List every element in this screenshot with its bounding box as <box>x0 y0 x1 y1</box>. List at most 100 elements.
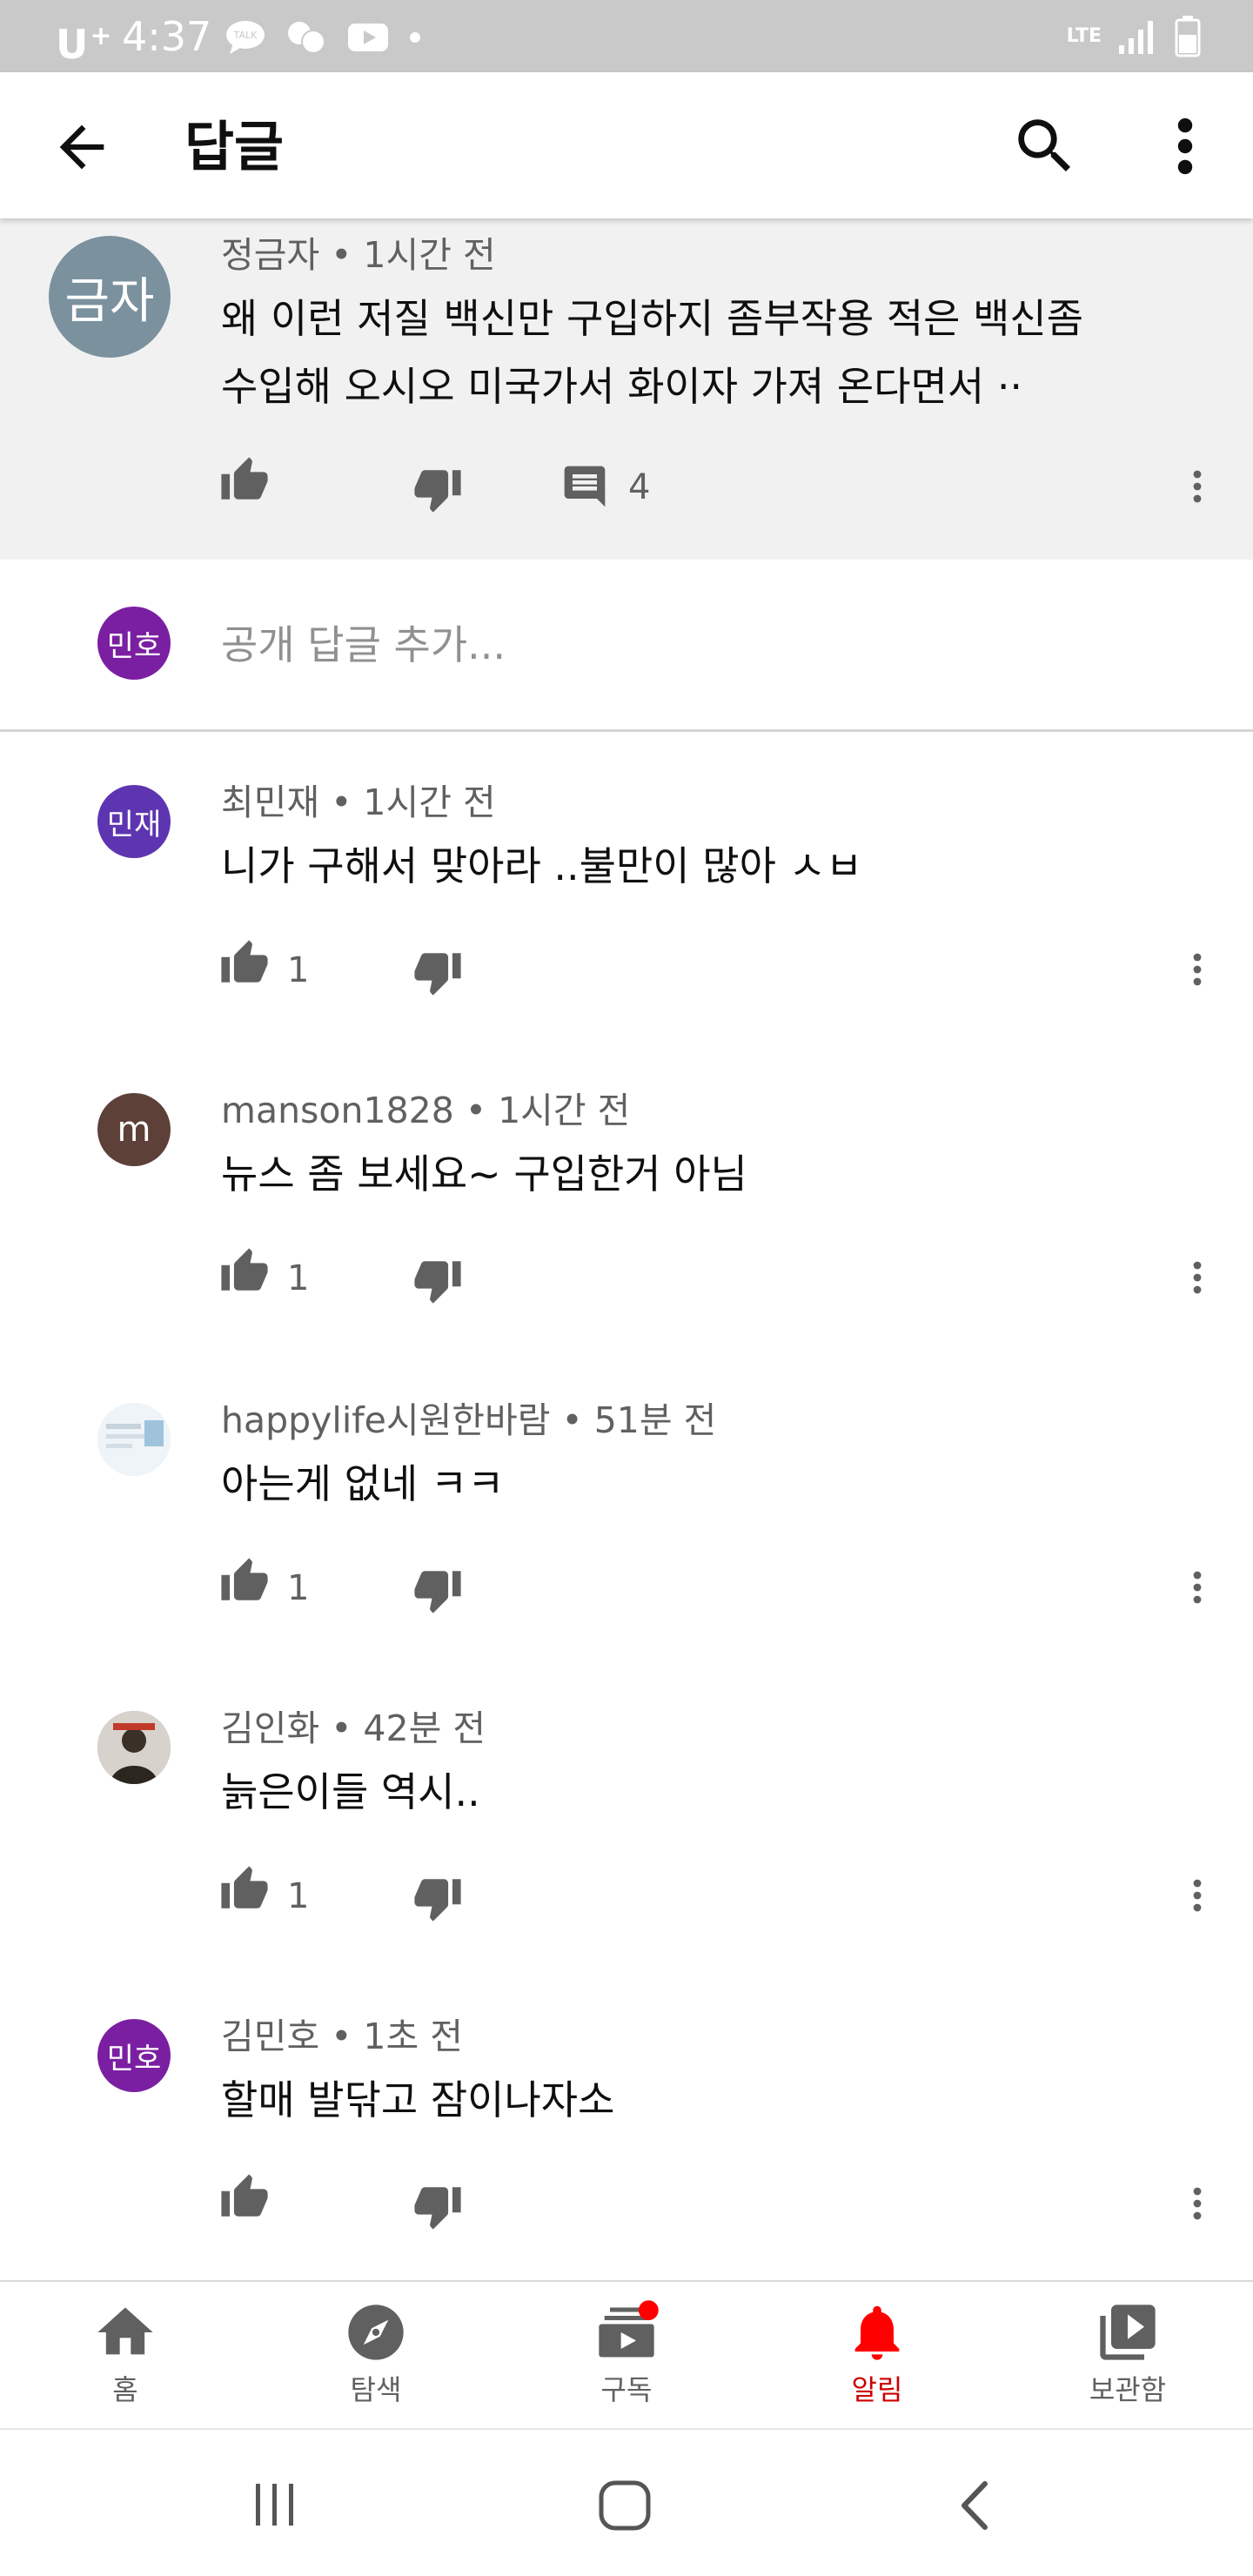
comment-meta: 최민재 • 1시간 전 <box>221 782 496 823</box>
page-title: 답글 <box>184 115 285 178</box>
dislike-icon[interactable] <box>412 1255 463 1305</box>
more-vert-icon[interactable] <box>1183 1563 1211 1612</box>
avatar[interactable]: 금자 <box>49 236 171 358</box>
comment-meta: 정금자 • 1시간 전 <box>221 234 496 276</box>
avatar[interactable] <box>97 1711 171 1784</box>
dislike-icon[interactable] <box>412 464 463 514</box>
comment-text: 늙은이들 역시.. <box>221 1768 480 1815</box>
comment-text: 뉴스 좀 보세요~ 구입한거 아님 <box>221 1150 747 1197</box>
talk-icon: TALK <box>226 21 265 54</box>
comment-time: 1시간 전 <box>363 234 496 276</box>
like-count: 1 <box>287 950 310 990</box>
dislike-icon[interactable] <box>412 1565 463 1615</box>
like-count: 1 <box>287 1258 310 1298</box>
like-icon[interactable] <box>219 1864 270 1915</box>
svg-text:TALK: TALK <box>233 30 258 41</box>
comment-meta: 김인화 • 42분 전 <box>221 1707 486 1749</box>
bell-icon <box>854 2305 900 2360</box>
author-name[interactable]: 김인화 <box>221 1707 319 1749</box>
explore-icon <box>348 2304 404 2360</box>
author-name[interactable]: 최민재 <box>221 782 319 823</box>
nav-label: 구독 <box>600 2373 653 2406</box>
dislike-icon[interactable] <box>412 1873 463 1923</box>
recent-apps-icon[interactable] <box>249 2480 301 2529</box>
clock: 4:37 <box>122 13 212 60</box>
comment-text: 니가 구해서 맞아라 ..불만이 많아 ㅅㅂ <box>221 842 863 889</box>
comment-text: 아는게 없네 ㅋㅋ <box>221 1460 505 1507</box>
avatar[interactable]: 민재 <box>97 785 171 858</box>
like-icon[interactable] <box>219 455 270 506</box>
status-bar: U+ 4:37 TALK LTE <box>0 0 1253 72</box>
dislike-icon[interactable] <box>412 2181 463 2231</box>
profile-photo-icon <box>97 1711 171 1784</box>
home-icon <box>97 2307 153 2355</box>
like-count: 1 <box>287 1876 310 1916</box>
signal-icon <box>1119 21 1153 54</box>
more-vert-icon[interactable] <box>1183 1253 1211 1302</box>
comment-meta: happylife시원한바람 • 51분 전 <box>221 1399 717 1441</box>
dislike-icon[interactable] <box>412 947 463 997</box>
nav-explore[interactable]: 탐색 <box>289 2299 463 2421</box>
comment-time: 1초 전 <box>363 2016 463 2057</box>
library-icon <box>1100 2304 1156 2360</box>
app-bar: 답글 <box>0 72 1253 218</box>
nav-subscriptions[interactable]: 구독 <box>539 2299 714 2421</box>
nav-label: 보관함 <box>1089 2373 1167 2406</box>
nav-label: 홈 <box>112 2373 138 2406</box>
more-vert-icon[interactable] <box>1183 2179 1211 2228</box>
comment-time: 51분 전 <box>593 1399 717 1441</box>
list-item: 민재 최민재 • 1시간 전 니가 구해서 맞아라 ..불만이 많아 ㅅㅂ 1 <box>0 766 1253 1062</box>
author-name[interactable]: 정금자 <box>221 234 319 276</box>
nav-library[interactable]: 보관함 <box>1041 2299 1215 2421</box>
parent-comment: 금자 정금자 • 1시간 전 왜 이런 저질 백신만 구입하지 좀부작용 적은 … <box>0 218 1253 560</box>
comment-meta: 김민호 • 1초 전 <box>221 2016 463 2057</box>
youtube-icon <box>348 23 388 51</box>
list-item: m manson1828 • 1시간 전 뉴스 좀 보세요~ 구입한거 아님 1 <box>0 1074 1253 1370</box>
back-arrow-icon[interactable] <box>49 114 115 180</box>
nav-label: 탐색 <box>350 2373 402 2406</box>
comment-time: 1시간 전 <box>498 1090 631 1131</box>
more-vert-icon[interactable] <box>1157 111 1213 182</box>
like-icon[interactable] <box>219 1246 270 1297</box>
comment-time: 42분 전 <box>363 1707 486 1749</box>
author-name[interactable]: happylife시원한바람 <box>221 1399 550 1441</box>
add-reply-row[interactable]: 민호 공개 답글 추가... <box>0 560 1253 732</box>
nav-label: 알림 <box>851 2373 903 2406</box>
list-item: 민호 김민호 • 1초 전 할매 발닦고 잠이나자소 <box>0 2000 1253 2278</box>
comment-text: 왜 이런 저질 백신만 구입하지 좀부작용 적은 백신좀 수입해 오시오 미국가… <box>221 295 1084 410</box>
system-navigation-bar <box>0 2428 1253 2576</box>
author-name[interactable]: manson1828 <box>221 1090 454 1131</box>
avatar[interactable]: 민호 <box>97 2019 171 2092</box>
comment-text: 할매 발닦고 잠이나자소 <box>221 2076 615 2123</box>
more-vert-icon[interactable] <box>1183 1871 1211 1920</box>
more-vert-icon[interactable] <box>1183 945 1211 994</box>
more-vert-icon[interactable] <box>1183 462 1211 511</box>
lte-label: LTE <box>1066 25 1102 47</box>
nav-home[interactable]: 홈 <box>38 2299 212 2421</box>
like-icon[interactable] <box>219 1556 270 1607</box>
author-name[interactable]: 김민호 <box>221 2016 319 2057</box>
battery-icon <box>1175 16 1201 57</box>
profile-photo-icon <box>97 1403 171 1476</box>
home-button-icon[interactable] <box>597 2479 653 2532</box>
nav-notifications[interactable]: 알림 <box>790 2299 964 2421</box>
list-item: 김인화 • 42분 전 늙은이들 역시.. 1 <box>0 1692 1253 1988</box>
comment-time: 1시간 전 <box>363 782 496 823</box>
bottom-navigation: 홈 탐색 구독 알림 보관함 <box>0 2280 1253 2428</box>
avatar: 민호 <box>97 607 171 680</box>
chat-bubbles-icon <box>288 22 325 54</box>
reply-input[interactable]: 공개 답글 추가... <box>221 619 506 671</box>
avatar[interactable] <box>97 1403 171 1476</box>
like-icon[interactable] <box>219 2172 270 2223</box>
avatar[interactable]: m <box>97 1093 171 1166</box>
list-item: happylife시원한바람 • 51분 전 아는게 없네 ㅋㅋ 1 <box>0 1384 1253 1680</box>
carrier-label: U+ <box>56 21 112 68</box>
reply-count: 4 <box>628 467 651 507</box>
comment-meta: manson1828 • 1시간 전 <box>221 1090 631 1131</box>
reply-comment-icon[interactable] <box>560 462 609 511</box>
back-button-icon[interactable] <box>954 2479 994 2532</box>
dot-icon <box>410 32 420 43</box>
like-icon[interactable] <box>219 938 270 989</box>
search-icon[interactable] <box>1009 111 1081 182</box>
like-count: 1 <box>287 1568 310 1608</box>
